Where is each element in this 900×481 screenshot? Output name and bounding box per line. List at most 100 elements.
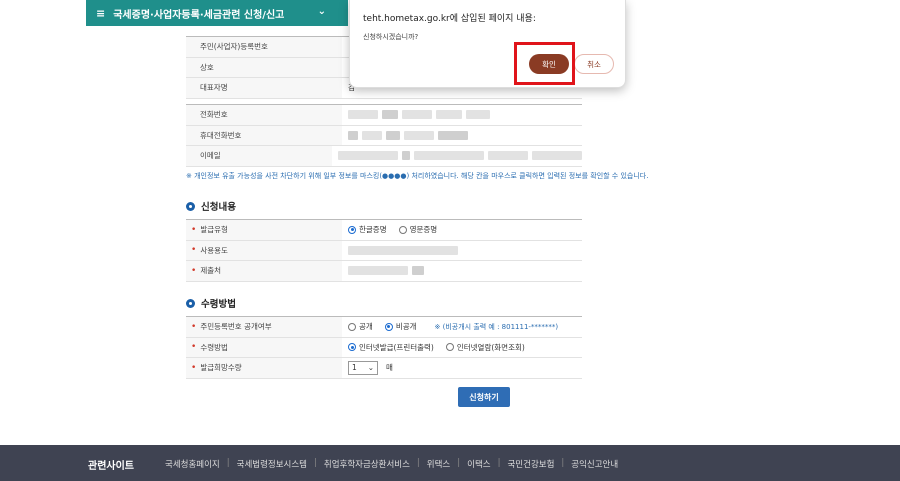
radio-unchecked-icon[interactable] xyxy=(398,225,407,234)
footer-divider: | xyxy=(226,458,230,468)
footer-link[interactable]: 공익신고안내 xyxy=(571,458,618,470)
dialog-cancel-button[interactable]: 취소 xyxy=(574,54,614,74)
radio-unchecked-icon[interactable] xyxy=(348,322,356,331)
quantity-select[interactable]: 1 ⌄ xyxy=(348,360,378,375)
quantity-field: 1 ⌄ 매 xyxy=(342,358,582,378)
quantity-value: 1 xyxy=(352,363,357,373)
section-bullet-icon xyxy=(186,201,195,211)
purpose-input[interactable] xyxy=(342,241,582,261)
rrn-public-radio[interactable]: 공개 xyxy=(348,321,373,332)
receive-method-options: 인터넷발급(프린터출력) 인터넷열람(화면조회) xyxy=(342,338,582,358)
table-row: 주민등록번호 공개여부 공개 비공개 ※ (비공개시 출력 예 : 801111… xyxy=(186,317,582,338)
radio-label: 공개 xyxy=(359,322,373,332)
rrn-disclose-options: 공개 비공개 ※ (비공개시 출력 예 : 801111-*******) xyxy=(342,317,582,337)
company-name-label: 상호 xyxy=(186,57,342,77)
table-row: 제출처 xyxy=(186,261,582,282)
footer-divider: | xyxy=(314,458,317,468)
section-title: 신청내용 xyxy=(201,202,236,213)
table-row: 휴대전화번호 xyxy=(186,125,582,146)
masked-field xyxy=(532,151,582,161)
masked-field xyxy=(386,130,400,140)
mobile-label: 휴대전화번호 xyxy=(186,125,342,145)
footer-link[interactable]: 국세법령정보시스템 xyxy=(237,458,307,470)
representative-label: 대표자명 xyxy=(186,78,342,98)
phone-label: 전화번호 xyxy=(186,105,342,125)
rrn-disclose-hint: ※ (비공개시 출력 예 : 801111-*******) xyxy=(434,322,559,331)
dialog-message: 신청하시겠습니까? xyxy=(363,33,419,41)
radio-label: 비공개 xyxy=(395,322,417,332)
footer-link[interactable]: 위택스 xyxy=(427,458,450,470)
radio-unchecked-icon[interactable] xyxy=(445,343,454,352)
radio-label: 인터넷열람(화면조회) xyxy=(456,342,525,352)
table-row: 사용용도 xyxy=(186,240,582,261)
radio-checked-icon[interactable] xyxy=(348,225,356,234)
table-row: 발급유형 한글증명 영문증명 xyxy=(186,220,582,241)
section-receive-heading: 수령방법 xyxy=(186,296,236,310)
confirm-dialog: teht.hometax.go.kr에 삽입된 페이지 내용: 신청하시겠습니까… xyxy=(349,0,626,88)
masked-field xyxy=(362,130,382,140)
footer-divider: | xyxy=(416,458,420,468)
footer-link[interactable]: 취업후학자금상환서비스 xyxy=(324,458,410,470)
masked-field xyxy=(338,151,398,161)
email-label: 이메일 xyxy=(186,146,332,166)
masked-field xyxy=(466,110,490,120)
email-value-masked[interactable] xyxy=(332,146,582,166)
chevron-down-icon[interactable]: ⌄ xyxy=(318,6,326,17)
chevron-down-icon: ⌄ xyxy=(367,363,374,373)
quantity-label: 발급희망수량 xyxy=(186,358,342,378)
radio-checked-icon[interactable] xyxy=(384,322,393,331)
submit-to-label: 제출처 xyxy=(186,261,342,281)
masked-field xyxy=(488,151,528,161)
footer-links: 국세청홈페이지 | 국세법령정보시스템 | 취업후학자금상환서비스 | 위택스 | 이택… xyxy=(165,458,618,470)
rrn-label: 주민(사업자)등록번호 xyxy=(186,37,342,57)
quantity-unit: 매 xyxy=(386,363,393,373)
masked-field xyxy=(348,110,378,120)
rrn-private-radio[interactable]: 비공개 xyxy=(384,321,417,332)
submit-to-input[interactable] xyxy=(342,261,582,281)
table-row: 발급희망수량 1⌄ 매 xyxy=(186,358,582,379)
masked-field xyxy=(348,266,408,276)
contact-info-table: 전화번호 휴대전화번호 이메일 xyxy=(186,104,582,167)
masked-field xyxy=(348,245,458,255)
masked-field xyxy=(348,130,358,140)
apply-button[interactable]: 신청하기 xyxy=(458,387,510,407)
issue-type-english-radio[interactable]: 영문증명 xyxy=(398,224,438,235)
ok-button-highlight-box xyxy=(514,42,575,85)
masked-field xyxy=(414,151,484,161)
masking-notice: ※ 개인정보 유출 가능성을 사전 차단하기 위해 일부 정보를 마스킹(●●●… xyxy=(186,172,649,180)
radio-label: 한글증명 xyxy=(359,225,387,235)
purpose-label: 사용용도 xyxy=(186,240,342,260)
rrn-disclose-label: 주민등록번호 공개여부 xyxy=(186,317,342,337)
nav-menu-bar[interactable]: ≡ 국세증명·사업자등록·세금관련 신청/신고 ⌄ xyxy=(86,0,348,26)
masked-field xyxy=(436,110,462,120)
footer-link[interactable]: 국세청홈페이지 xyxy=(165,458,220,470)
footer-link[interactable]: 국민건강보험 xyxy=(507,458,554,470)
radio-checked-icon[interactable] xyxy=(348,343,356,352)
apply-contents-table: 발급유형 한글증명 영문증명 사용용도 제출처 xyxy=(186,219,582,282)
nav-title[interactable]: 국세증명·사업자등록·세금관련 신청/신고 xyxy=(113,6,284,21)
footer-divider: | xyxy=(497,458,501,468)
masked-field xyxy=(404,130,434,140)
internet-issue-radio[interactable]: 인터넷발급(프린터출력) xyxy=(348,342,434,353)
internet-view-radio[interactable]: 인터넷열람(화면조회) xyxy=(445,342,525,353)
radio-label: 영문증명 xyxy=(409,225,438,235)
section-apply-heading: 신청내용 xyxy=(186,199,236,213)
phone-value-masked[interactable] xyxy=(342,105,582,125)
masked-field xyxy=(402,151,410,161)
masked-field xyxy=(402,110,432,120)
footer: 관련사이트 국세청홈페이지 | 국세법령정보시스템 | 취업후학자금상환서비스 | 위… xyxy=(0,445,900,481)
table-row: 전화번호 xyxy=(186,105,582,126)
footer-link[interactable]: 이택스 xyxy=(467,458,490,470)
mobile-value-masked[interactable] xyxy=(342,126,582,146)
radio-label: 인터넷발급(프린터출력) xyxy=(359,342,434,352)
hamburger-menu-icon[interactable]: ≡ xyxy=(96,7,105,20)
section-bullet-icon xyxy=(186,298,195,308)
receive-method-table: 주민등록번호 공개여부 공개 비공개 ※ (비공개시 출력 예 : 801111… xyxy=(186,316,582,379)
masked-field xyxy=(412,266,424,276)
issue-type-korean-radio[interactable]: 한글증명 xyxy=(348,224,387,235)
footer-divider: | xyxy=(457,458,461,468)
dialog-title: teht.hometax.go.kr에 삽입된 페이지 내용: xyxy=(363,14,536,24)
masked-field xyxy=(438,130,468,140)
masked-field xyxy=(382,110,398,120)
section-title: 수령방법 xyxy=(201,299,236,310)
